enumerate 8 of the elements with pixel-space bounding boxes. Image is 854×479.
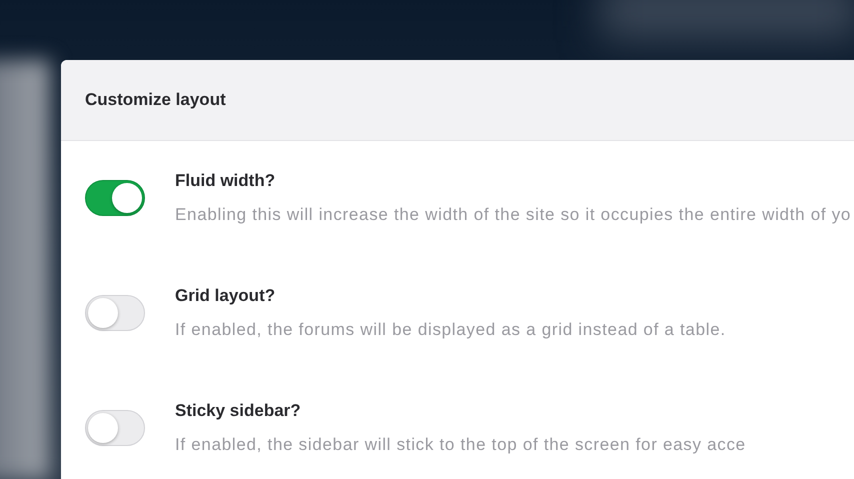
option-description: If enabled, the sidebar will stick to the top of the screen for easy acce xyxy=(175,435,746,455)
option-title: Fluid width? xyxy=(175,171,276,191)
option-description: Enabling this will increase the width of the site so it occupies the entire width of yo xyxy=(175,205,852,225)
dialog-title: Customize layout xyxy=(85,90,226,110)
toggle-switch[interactable] xyxy=(85,180,145,216)
option-title: Grid layout? xyxy=(175,286,276,306)
option-description: If enabled, the forums will be displayed as a grid instead of a table. xyxy=(175,320,726,340)
option-title: Sticky sidebar? xyxy=(175,401,302,421)
